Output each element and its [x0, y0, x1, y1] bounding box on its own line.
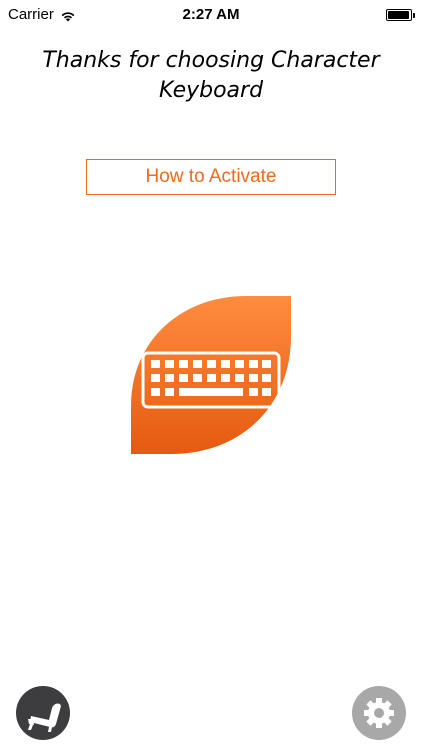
how-to-activate-button[interactable]: How to Activate: [86, 159, 336, 195]
status-bar: Carrier 2:27 AM: [0, 0, 422, 30]
page-title: Thanks for choosing Character Keyboard: [42, 48, 380, 103]
status-time: 2:27 AM: [182, 6, 240, 23]
armchair-icon: [28, 703, 61, 732]
keyboard-icon: [131, 296, 291, 454]
battery-icon: [386, 9, 415, 21]
settings-button[interactable]: [352, 686, 406, 740]
gear-icon: [364, 698, 394, 728]
armchair-button[interactable]: [16, 686, 70, 740]
